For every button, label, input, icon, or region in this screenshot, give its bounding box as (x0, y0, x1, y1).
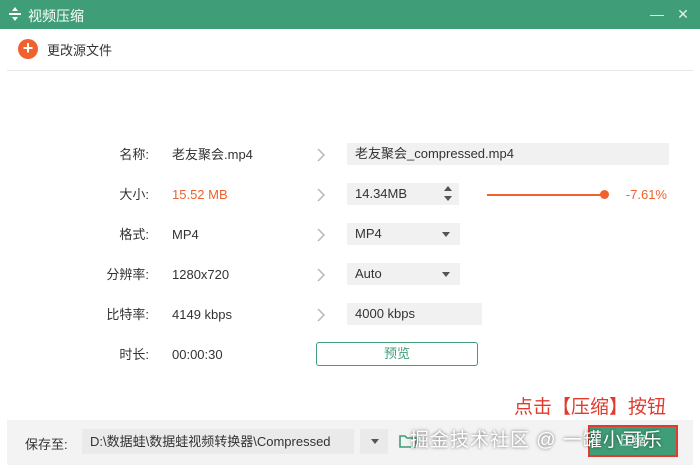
chevron-right-icon (317, 268, 326, 282)
change-source-label: 更改源文件 (47, 42, 113, 58)
chevron-right-icon (317, 228, 326, 242)
change-source-button[interactable]: + 更改源文件 (18, 39, 112, 59)
output-size-value: 14.34MB (355, 186, 408, 201)
name-row: 名称: 老友聚会.mp4 老友聚会_compressed.mp4 (7, 143, 693, 167)
close-button[interactable]: ✕ (672, 4, 694, 24)
slider-handle[interactable] (600, 190, 609, 199)
size-label: 大小: (119, 187, 149, 202)
original-size: 15.52 MB (172, 187, 228, 202)
original-format: MP4 (172, 227, 199, 242)
toolbar: + 更改源文件 (7, 29, 693, 71)
size-spinner (443, 183, 453, 205)
minimize-button[interactable]: — (646, 4, 668, 24)
duration-label: 时长: (119, 347, 149, 362)
format-select[interactable]: MP4 (347, 223, 460, 245)
original-duration: 00:00:30 (172, 347, 223, 362)
resolution-select[interactable]: Auto (347, 263, 460, 285)
bitrate-row: 比特率: 4149 kbps 4000 kbps (7, 303, 693, 327)
save-to-label: 保存至: (25, 437, 68, 452)
preview-button[interactable]: 预览 (316, 342, 478, 366)
output-size-stepper[interactable]: 14.34MB (347, 183, 459, 205)
annotation-text: 点击【压缩】按钮 (514, 397, 667, 418)
bitrate-label: 比特率: (106, 307, 149, 322)
bitrate-input[interactable]: 4000 kbps (347, 303, 482, 325)
resolution-label: 分辨率: (106, 267, 149, 282)
chevron-down-icon (371, 439, 379, 444)
app-compress-icon (9, 7, 21, 21)
size-change-percent: -7.61% (625, 187, 667, 202)
path-dropdown-button[interactable] (360, 429, 388, 454)
decrease-arrow-icon[interactable] (444, 196, 452, 201)
format-row: 格式: MP4 MP4 (7, 223, 693, 247)
chevron-down-icon (442, 272, 450, 277)
increase-arrow-icon[interactable] (444, 186, 452, 191)
chevron-right-icon (317, 188, 326, 202)
name-label: 名称: (119, 147, 149, 162)
chevron-down-icon (442, 232, 450, 237)
resolution-value: Auto (355, 266, 382, 281)
compress-window: 视频压缩 — ✕ + 更改源文件 名称: 老友聚会.mp4 老友聚会_compr… (0, 0, 700, 470)
format-value: MP4 (355, 226, 382, 241)
output-name-input[interactable]: 老友聚会_compressed.mp4 (347, 143, 669, 165)
size-slider[interactable] (487, 190, 609, 199)
watermark-text: 掘金技术社区 @ 一罐小可乐 (410, 430, 663, 451)
format-label: 格式: (119, 227, 149, 242)
output-path-field[interactable]: D:\数据蛙\数据蛙视频转换器\Compressed (82, 429, 354, 454)
original-name: 老友聚会.mp4 (172, 147, 253, 162)
original-resolution: 1280x720 (172, 267, 230, 282)
plus-icon: + (18, 39, 38, 59)
window-title: 视频压缩 (28, 8, 84, 24)
original-bitrate: 4149 kbps (172, 307, 232, 322)
chevron-right-icon (317, 308, 326, 322)
chevron-right-icon (317, 148, 326, 162)
main-panel: + 更改源文件 名称: 老友聚会.mp4 老友聚会_compressed.mp4… (7, 29, 693, 465)
resolution-row: 分辨率: 1280x720 Auto (7, 263, 693, 287)
title-bar: 视频压缩 — ✕ (0, 0, 700, 29)
size-row: 大小: 15.52 MB 14.34MB -7.61% (7, 183, 693, 207)
